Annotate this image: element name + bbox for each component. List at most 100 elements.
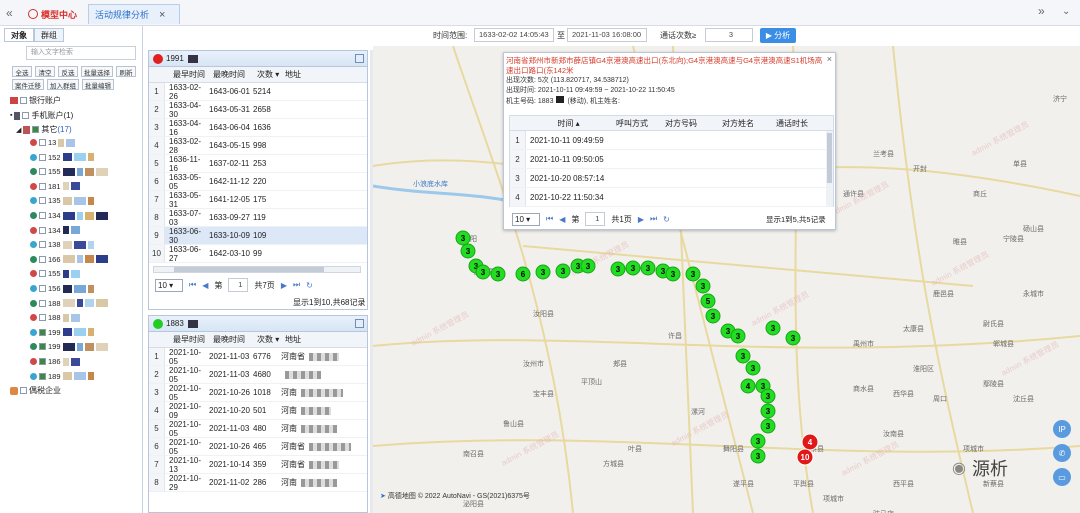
checkbox[interactable] — [22, 112, 30, 119]
first-page-icon[interactable]: ⏮ — [189, 280, 196, 290]
batch-edit-button[interactable]: 批量编辑 — [82, 79, 114, 90]
table-row[interactable]: 5 2021-10-05 2021-11-03 480 河南 — [149, 420, 367, 438]
tree-tax-enterprise[interactable]: 偶税企业 — [10, 385, 61, 396]
table-row[interactable]: 2 1633-04-30 1643-05-31 2658 — [149, 101, 367, 119]
table-row[interactable]: 8 1633-07-03 1633-09-27 119 — [149, 209, 367, 227]
tree-leaf-item[interactable]: 134 — [30, 226, 80, 235]
tree-leaf-item[interactable]: 155 — [30, 269, 80, 278]
tab-groups[interactable]: 群组 — [34, 28, 64, 42]
prev-page-icon[interactable]: ◀ — [202, 281, 208, 290]
refresh-icon[interactable]: ↻ — [663, 215, 670, 224]
select-all-button[interactable]: 全选 — [12, 66, 32, 77]
collapse-panel-icon[interactable] — [355, 54, 364, 63]
checkbox[interactable] — [32, 126, 40, 133]
popup-row[interactable]: 2 2021-10-11 09:50:05 — [510, 150, 833, 169]
ip-icon[interactable]: IP — [1053, 420, 1071, 438]
page-input[interactable]: 1 — [585, 212, 606, 226]
close-tab-icon[interactable]: × — [159, 9, 165, 21]
col-latest[interactable]: 最晚时间 — [211, 69, 255, 80]
checkbox[interactable] — [39, 197, 46, 205]
add-group-button[interactable]: 加入群组 — [47, 79, 79, 90]
checkbox[interactable] — [39, 255, 46, 263]
next-page-icon[interactable]: ▶ — [638, 215, 644, 224]
checkbox[interactable] — [39, 168, 46, 176]
popup-row[interactable]: 3 2021-10-20 08:57:14 — [510, 169, 833, 188]
tree-other[interactable]: ◢ 其它 (17) — [16, 124, 72, 135]
collapse-icon[interactable]: ▪ — [10, 112, 12, 119]
checkbox[interactable] — [39, 343, 46, 351]
tree-leaf-item[interactable]: 188 — [30, 313, 80, 322]
table-row[interactable]: 9 1633-06-30 1633-10-09 109 — [149, 227, 367, 245]
collapse-panel-icon[interactable] — [355, 319, 364, 328]
phone-icon[interactable]: ✆ — [1053, 444, 1071, 462]
tree-leaf-item[interactable]: 13 — [30, 138, 76, 147]
col-count[interactable]: 次数 ▾ — [255, 334, 285, 345]
table-row[interactable]: 2 2021-10-05 2021-11-03 4680 — [149, 366, 367, 384]
table-row[interactable]: 4 2021-10-09 2021-10-20 501 河南 — [149, 402, 367, 420]
tree-leaf-item[interactable]: 166 — [30, 255, 108, 264]
expand-icon[interactable]: ◢ — [16, 126, 21, 134]
checkbox[interactable] — [39, 139, 46, 146]
col-address[interactable]: 地址 — [285, 334, 301, 345]
tree-leaf-item[interactable]: 152 — [30, 153, 94, 162]
table-row[interactable]: 1 2021-10-05 2021-11-03 6776 河南省 — [149, 348, 367, 366]
checkbox[interactable] — [39, 285, 46, 292]
checkbox[interactable] — [39, 358, 46, 365]
tree-leaf-item[interactable]: 155 — [30, 167, 108, 176]
tree-bank-accounts[interactable]: 银行账户 — [10, 95, 61, 106]
table-row[interactable]: 5 1636-11-16 1637-02-11 253 — [149, 155, 367, 173]
tab-activity-analysis[interactable]: 活动规律分析 × — [88, 4, 180, 24]
col-latest[interactable]: 最晚时间 — [211, 334, 255, 345]
tab-model-center[interactable]: 模型中心 — [28, 6, 84, 22]
checkbox[interactable] — [39, 328, 46, 336]
checkbox[interactable] — [39, 212, 46, 219]
refresh-button[interactable]: 刷新 — [116, 66, 136, 77]
last-page-icon[interactable]: ⏭ — [650, 214, 657, 224]
checkbox[interactable] — [39, 226, 46, 234]
last-page-icon[interactable]: ⏭ — [293, 280, 300, 290]
vertical-scrollbar[interactable] — [826, 131, 833, 206]
page-size-select[interactable]: 10 ▾ — [512, 212, 540, 226]
tab-objects[interactable]: 对象 — [4, 28, 34, 42]
col-peer-name[interactable]: 对方姓名 — [709, 118, 767, 129]
checkbox[interactable] — [39, 314, 46, 322]
table-row[interactable]: 6 1633-05-05 1642-11-12 220 — [149, 173, 367, 191]
col-call-type[interactable]: 呼叫方式 — [611, 118, 653, 129]
close-icon[interactable]: × — [827, 54, 832, 64]
col-duration[interactable]: 通话时长 — [767, 118, 817, 129]
tree-leaf-item[interactable]: 181 — [30, 182, 80, 191]
col-address[interactable]: 地址 — [285, 69, 301, 80]
checkbox[interactable] — [39, 241, 46, 249]
tree-leaf-item[interactable]: 156 — [30, 284, 94, 293]
call-count-input[interactable]: 3 — [705, 28, 753, 42]
table-row[interactable]: 1 1633-02-26 1643-06-01 5214 — [149, 83, 367, 101]
clear-button[interactable]: 清空 — [35, 66, 55, 77]
tree-leaf-item[interactable]: 199 — [30, 342, 108, 351]
next-page-icon[interactable]: ▶ — [281, 281, 287, 290]
card-icon[interactable]: ▭ — [1053, 468, 1071, 486]
checkbox[interactable] — [39, 372, 46, 380]
page-input[interactable]: 1 — [228, 278, 249, 292]
prev-page-icon[interactable]: ◀ — [559, 215, 565, 224]
analyze-button[interactable]: ▶ 分析 — [760, 28, 796, 43]
table-row[interactable]: 7 2021-10-13 2021-10-14 359 河南省 — [149, 456, 367, 474]
table-row[interactable]: 7 1633-05-31 1641-12-05 175 — [149, 191, 367, 209]
tree-leaf-item[interactable]: 138 — [30, 240, 94, 249]
table-row[interactable]: 3 1633-04-16 1643-06-04 1636 — [149, 119, 367, 137]
checkbox[interactable] — [39, 270, 46, 278]
refresh-icon[interactable]: ↻ — [306, 281, 313, 290]
checkbox[interactable] — [39, 153, 46, 161]
start-time-input[interactable]: 1633-02-02 14:05:43 — [474, 28, 554, 42]
tree-leaf-item[interactable]: 186 — [30, 357, 80, 366]
checkbox[interactable] — [20, 387, 27, 394]
table-row[interactable]: 3 2021-10-05 2021-10-26 1018 河南 — [149, 384, 367, 402]
col-peer-number[interactable]: 对方号码 — [653, 118, 709, 129]
table-row[interactable]: 8 2021-10-29 2021-11-02 286 河南 — [149, 474, 367, 492]
batch-select-button[interactable]: 批量选择 — [81, 66, 113, 77]
first-page-icon[interactable]: ⏮ — [546, 214, 553, 224]
table-row[interactable]: 10 1633-06-27 1642-03-10 99 — [149, 245, 367, 263]
search-input[interactable]: 输入文字检索 — [26, 46, 136, 60]
checkbox[interactable] — [20, 97, 27, 104]
checkbox[interactable] — [39, 299, 46, 307]
tree-leaf-item[interactable]: 199 — [30, 328, 94, 337]
